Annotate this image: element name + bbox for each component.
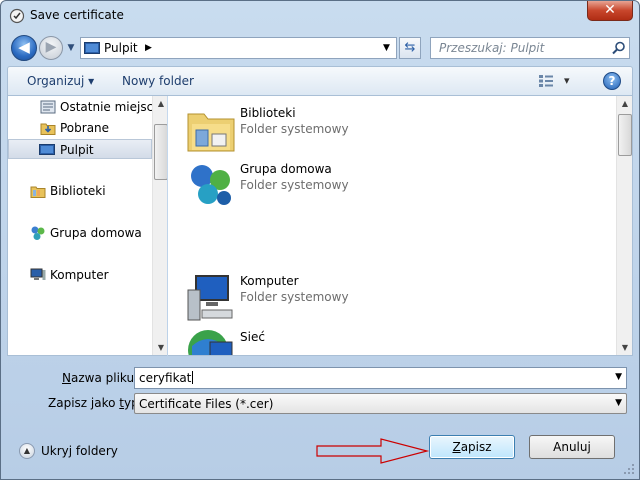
navigation-pane: Ostatnie miejsca Pobrane Pulpit Bibliote… bbox=[7, 96, 167, 356]
save-dialog: Save certificate ✕ ◀ ▶ ▼ Pulpit ▶ ▼ ⇆ Pr… bbox=[0, 0, 640, 480]
forward-button[interactable]: ▶ bbox=[39, 36, 63, 60]
filename-input[interactable]: ceryfikat bbox=[139, 371, 194, 385]
close-icon: ✕ bbox=[604, 2, 616, 18]
file-list-scrollbar[interactable]: ▲ ▼ bbox=[616, 96, 632, 355]
item-name: Grupa domowa bbox=[240, 162, 332, 176]
back-arrow-icon: ◀ bbox=[18, 38, 30, 56]
recent-pages-dropdown[interactable]: ▼ bbox=[65, 40, 77, 56]
scrollbar-thumb[interactable] bbox=[618, 114, 632, 156]
refresh-button[interactable]: ⇆ bbox=[399, 37, 421, 59]
scroll-up-icon[interactable]: ▲ bbox=[153, 96, 167, 112]
scroll-down-icon[interactable]: ▼ bbox=[153, 340, 167, 355]
item-type: Folder systemowy bbox=[240, 290, 349, 304]
forward-arrow-icon: ▶ bbox=[45, 39, 57, 55]
filetype-dropdown-icon[interactable]: ▼ bbox=[615, 398, 622, 408]
item-name: Biblioteki bbox=[240, 106, 296, 120]
desktop-icon bbox=[39, 144, 55, 155]
nav-item-label: Grupa domowa bbox=[50, 226, 142, 240]
libraries-folder-icon bbox=[187, 113, 235, 152]
item-type: Folder systemowy bbox=[240, 122, 349, 136]
homegroup-icon bbox=[31, 226, 45, 240]
address-dropdown-icon[interactable]: ▼ bbox=[383, 41, 390, 55]
change-view-button[interactable]: ▾ bbox=[538, 73, 576, 91]
network-icon bbox=[188, 330, 233, 355]
homegroup-icon bbox=[191, 165, 231, 205]
search-box[interactable]: Przeszukaj: Pulpit bbox=[430, 37, 630, 59]
command-bar: Organizuj ▾ Nowy folder ▾ ? bbox=[7, 66, 633, 96]
filename-label: Nazwa pliku: bbox=[62, 371, 139, 385]
help-icon: ? bbox=[608, 74, 616, 88]
computer-icon bbox=[187, 275, 233, 321]
list-item-computer[interactable]: Komputer Folder systemowy bbox=[186, 272, 606, 324]
back-button[interactable]: ◀ bbox=[11, 35, 37, 61]
filetype-label: Zapisz jako typ: bbox=[48, 396, 143, 410]
help-button[interactable]: ? bbox=[603, 72, 621, 90]
libraries-icon bbox=[30, 186, 46, 198]
certificate-app-icon bbox=[9, 8, 25, 24]
organize-menu[interactable]: Organizuj ▾ bbox=[27, 74, 94, 88]
nav-item-homegroup[interactable]: Grupa domowa bbox=[8, 223, 152, 243]
breadcrumb-chevron-icon[interactable]: ▶ bbox=[145, 41, 152, 55]
item-name: Sieć bbox=[240, 330, 265, 344]
nav-item-libraries[interactable]: Biblioteki bbox=[8, 181, 152, 201]
nav-item-label: Pulpit bbox=[60, 143, 94, 157]
downloads-folder-icon bbox=[40, 123, 56, 135]
nav-item-downloads[interactable]: Pobrane bbox=[8, 118, 152, 138]
collapse-folders-icon[interactable]: ▲ bbox=[19, 443, 35, 459]
list-item-homegroup[interactable]: Grupa domowa Folder systemowy bbox=[186, 160, 606, 212]
resize-grip-icon[interactable] bbox=[623, 463, 635, 475]
close-button[interactable]: ✕ bbox=[587, 1, 633, 21]
computer-icon bbox=[30, 268, 46, 280]
nav-item-label: Biblioteki bbox=[50, 184, 106, 198]
scroll-down-icon[interactable]: ▼ bbox=[617, 340, 632, 355]
filetype-select[interactable]: Certificate Files (*.cer) ▼ bbox=[134, 393, 627, 414]
view-options-icon bbox=[539, 75, 553, 87]
desktop-icon bbox=[84, 42, 100, 54]
nav-item-label: Ostatnie miejsca bbox=[60, 100, 161, 114]
new-folder-button[interactable]: Nowy folder bbox=[122, 74, 194, 88]
filename-field[interactable]: ceryfikat ▼ bbox=[134, 367, 627, 389]
view-dropdown-icon: ▾ bbox=[564, 74, 570, 87]
scrollbar-thumb[interactable] bbox=[154, 124, 167, 180]
search-icon[interactable] bbox=[612, 41, 626, 55]
item-name: Komputer bbox=[240, 274, 299, 288]
item-type: Folder systemowy bbox=[240, 178, 349, 192]
dialog-footer: ▲ Ukryj foldery Zapisz Anuluj bbox=[1, 419, 639, 479]
nav-item-label: Pobrane bbox=[60, 121, 110, 135]
hide-folders-button[interactable]: Ukryj foldery bbox=[41, 444, 118, 458]
filename-dropdown-icon[interactable]: ▼ bbox=[615, 372, 622, 382]
navigation-bar: ◀ ▶ ▼ Pulpit ▶ ▼ ⇆ Przeszukaj: Pulpit bbox=[1, 32, 639, 64]
refresh-icon: ⇆ bbox=[404, 40, 416, 55]
annotation-arrow-icon bbox=[316, 438, 430, 464]
cancel-button[interactable]: Anuluj bbox=[529, 435, 615, 459]
scroll-up-icon[interactable]: ▲ bbox=[617, 96, 632, 112]
nav-item-computer[interactable]: Komputer bbox=[8, 265, 152, 285]
filetype-value: Certificate Files (*.cer) bbox=[139, 397, 274, 411]
nav-pane-scrollbar[interactable]: ▲ ▼ bbox=[152, 96, 167, 355]
save-form: Nazwa pliku: ceryfikat ▼ Zapisz jako typ… bbox=[1, 357, 639, 417]
search-input[interactable]: Przeszukaj: Pulpit bbox=[439, 41, 544, 55]
nav-item-recent-places[interactable]: Ostatnie miejsca bbox=[8, 97, 161, 117]
list-item-network[interactable]: Sieć bbox=[186, 328, 606, 355]
file-list: Biblioteki Folder systemowy Grupa domowa… bbox=[168, 96, 633, 356]
title-bar: Save certificate ✕ bbox=[1, 1, 639, 31]
window-title: Save certificate bbox=[30, 8, 124, 22]
nav-item-label: Komputer bbox=[50, 268, 109, 282]
save-button[interactable]: Zapisz bbox=[429, 435, 515, 459]
nav-item-desktop[interactable]: Pulpit bbox=[8, 139, 152, 159]
address-location: Pulpit bbox=[104, 41, 138, 55]
list-item-libraries[interactable]: Biblioteki Folder systemowy bbox=[186, 104, 606, 156]
recent-places-icon bbox=[40, 100, 56, 114]
address-bar[interactable]: Pulpit ▶ ▼ bbox=[80, 37, 397, 59]
